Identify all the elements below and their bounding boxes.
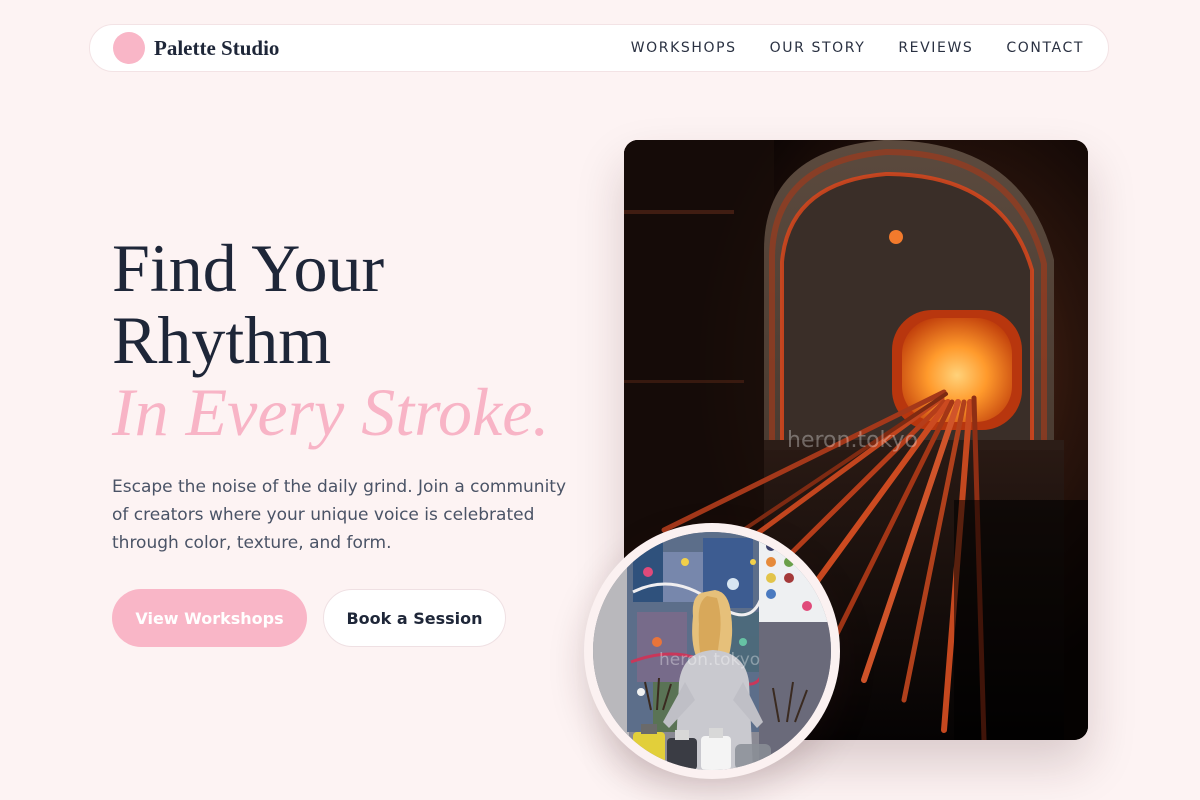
nav-link-contact[interactable]: CONTACT xyxy=(1006,40,1084,56)
view-workshops-button[interactable]: View Workshops xyxy=(112,589,307,647)
nav-link-workshops[interactable]: WORKSHOPS xyxy=(631,40,737,56)
top-navigation: Palette Studio WORKSHOPS OUR STORY REVIE… xyxy=(89,24,1109,72)
nav-links: WORKSHOPS OUR STORY REVIEWS CONTACT xyxy=(631,40,1084,56)
hero-title: Find Your Rhythm In Every Stroke. xyxy=(112,232,549,448)
landing-page: Palette Studio WORKSHOPS OUR STORY REVIE… xyxy=(0,0,1200,800)
brand-circle-icon xyxy=(113,32,145,64)
painting-illustration xyxy=(593,532,831,770)
painting-photo-frame: heron.tokyo xyxy=(584,523,840,779)
hero-description: Escape the noise of the daily grind. Joi… xyxy=(112,477,567,553)
book-session-button[interactable]: Book a Session xyxy=(323,589,506,647)
hero-title-line-1: Find Your xyxy=(112,230,385,306)
hero-title-line-2: Rhythm xyxy=(112,302,332,378)
nav-link-our-story[interactable]: OUR STORY xyxy=(770,40,866,56)
hero-title-accent: In Every Stroke. xyxy=(112,374,550,450)
brand-logo[interactable]: Palette Studio xyxy=(113,32,279,64)
brand-name: Palette Studio xyxy=(154,35,280,60)
child-painting-photo: heron.tokyo xyxy=(593,532,831,770)
nav-link-reviews[interactable]: REVIEWS xyxy=(898,40,973,56)
